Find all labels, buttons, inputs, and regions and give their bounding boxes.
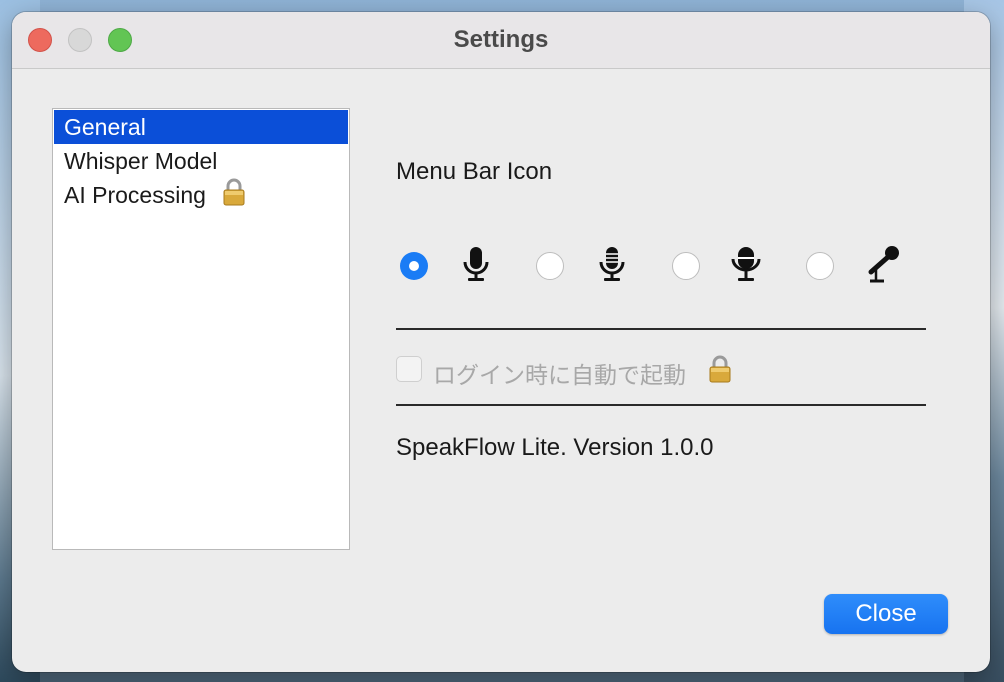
divider (396, 404, 926, 406)
icon-option-radio-2[interactable] (536, 252, 564, 280)
lock-icon (708, 355, 732, 388)
sidebar-item-label: Whisper Model (64, 148, 218, 174)
icon-option-radio-3[interactable] (672, 252, 700, 280)
launch-at-login-checkbox[interactable] (396, 356, 422, 382)
close-button[interactable]: Close (824, 594, 948, 634)
sidebar-item-general[interactable]: General (54, 110, 348, 144)
microphone-grille-icon (598, 246, 626, 289)
divider (396, 328, 926, 330)
sidebar-item-label: AI Processing (64, 182, 206, 208)
sidebar-item-whisper-model[interactable]: Whisper Model (54, 144, 348, 178)
settings-window: Settings General Whisper Model AI Proces… (12, 12, 990, 672)
sidebar-item-ai-processing[interactable]: AI Processing (54, 178, 348, 212)
window-title: Settings (453, 26, 549, 53)
title-bar: Settings (12, 12, 990, 69)
icon-option-radio-1[interactable] (400, 252, 428, 280)
settings-sidebar: General Whisper Model AI Processing (52, 108, 350, 550)
microphone-icon (462, 246, 490, 289)
sidebar-item-label: General (64, 114, 146, 140)
launch-at-login-label: ログイン時に自動で起動 (433, 363, 686, 389)
icon-option-radio-4[interactable] (806, 252, 834, 280)
version-text: SpeakFlow Lite. Version 1.0.0 (396, 434, 714, 461)
podcast-microphone-icon (730, 246, 762, 289)
lock-icon (222, 178, 246, 215)
menu-bar-icon-label: Menu Bar Icon (396, 158, 553, 185)
handheld-microphone-icon (862, 244, 902, 289)
